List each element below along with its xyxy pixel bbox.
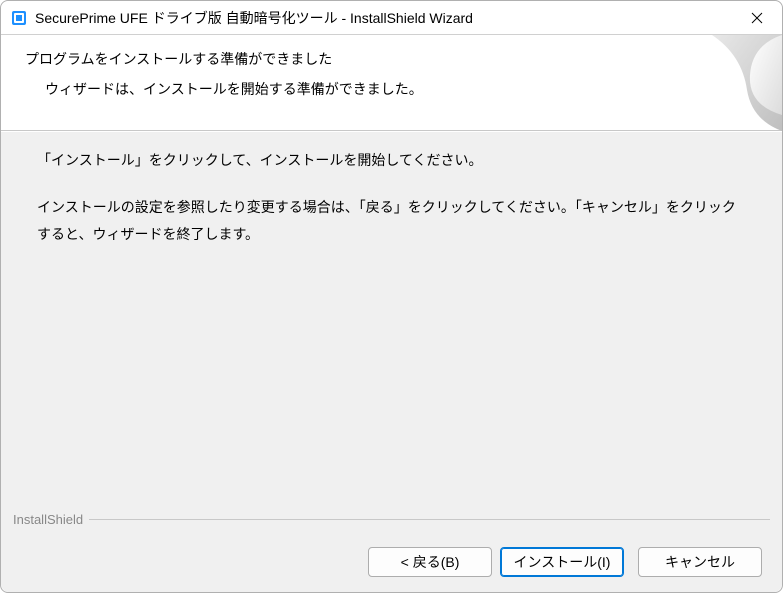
cancel-button[interactable]: キャンセル — [638, 547, 762, 577]
brand-label: InstallShield — [13, 512, 89, 527]
wizard-body: 「インストール」をクリックして、インストールを開始してください。 インストールの… — [1, 132, 782, 532]
instruction-text: 「インストール」をクリックして、インストールを開始してください。 — [37, 150, 746, 170]
note-text: インストールの設定を参照したり変更する場合は、「戻る」をクリックしてください。「… — [37, 194, 746, 247]
app-icon — [11, 10, 27, 26]
install-button[interactable]: インストール(I) — [500, 547, 624, 577]
close-button[interactable] — [734, 2, 780, 34]
header-heading: プログラムをインストールする準備ができました — [25, 49, 332, 69]
wizard-footer: < 戻る(B) インストール(I) キャンセル — [1, 532, 782, 592]
header-subheading: ウィザードは、インストールを開始する準備ができました。 — [45, 79, 423, 99]
wizard-header: プログラムをインストールする準備ができました ウィザードは、インストールを開始す… — [1, 35, 782, 131]
separator-line — [89, 519, 770, 520]
brand-row: InstallShield — [13, 510, 770, 528]
page-curl-decor — [652, 35, 782, 131]
back-button[interactable]: < 戻る(B) — [368, 547, 492, 577]
titlebar: SecurePrime UFE ドライブ版 自動暗号化ツール - Install… — [1, 1, 782, 35]
window-title: SecurePrime UFE ドライブ版 自動暗号化ツール - Install… — [35, 8, 734, 28]
